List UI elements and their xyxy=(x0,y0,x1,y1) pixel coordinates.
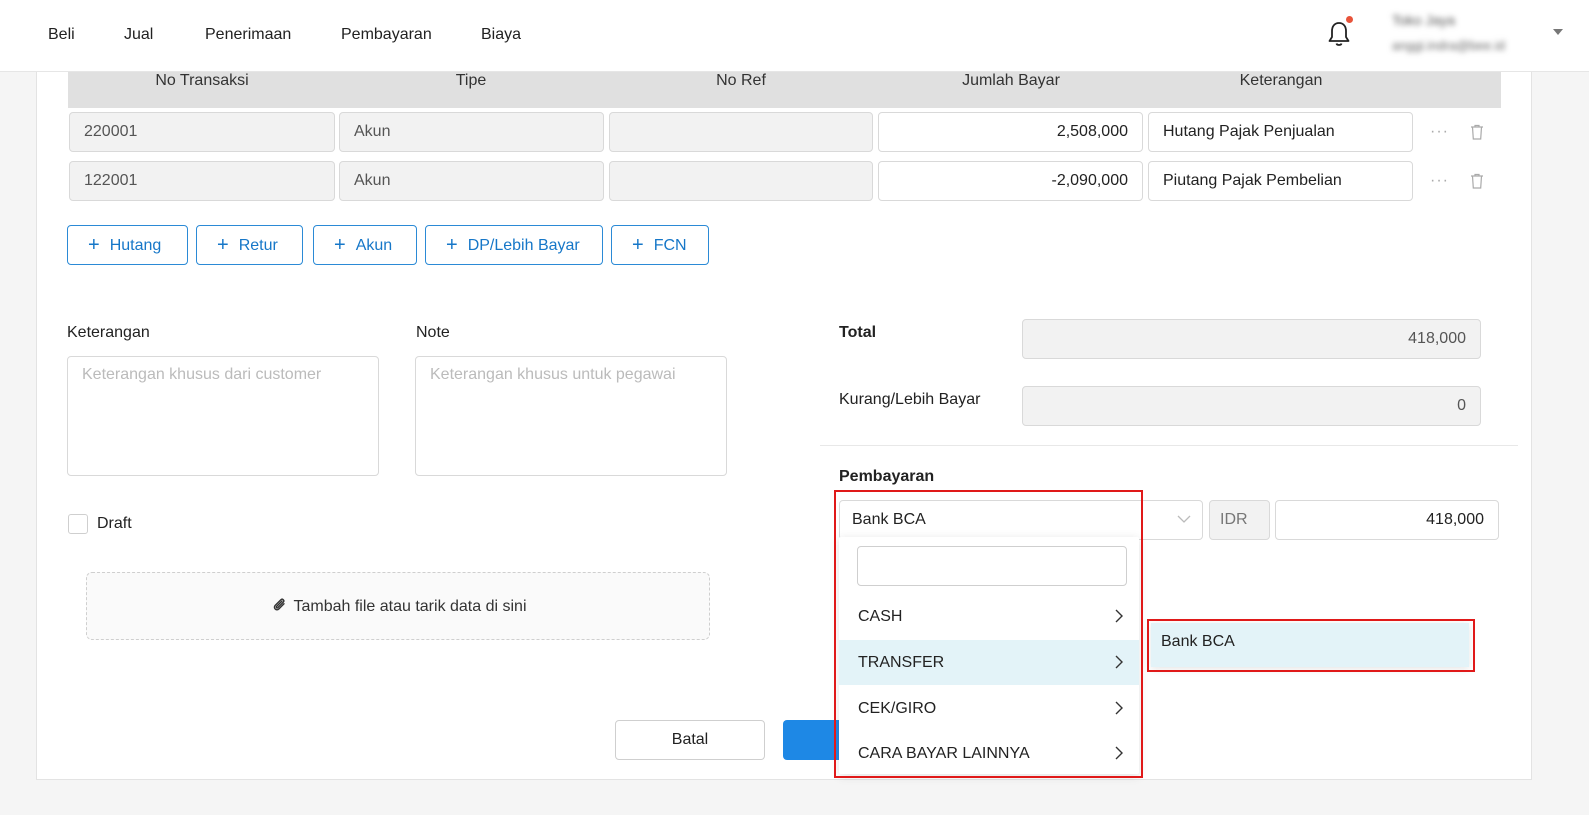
th-jumlah-bayar: Jumlah Bayar xyxy=(962,72,1060,89)
add-hutang-label: Hutang xyxy=(109,237,162,254)
kurang-lebih-value: 0 xyxy=(1022,386,1481,426)
user-name[interactable]: Toko Jaya xyxy=(1392,12,1455,28)
caret-down-icon[interactable] xyxy=(1553,29,1563,35)
add-dp-lebih-bayar-button[interactable]: + DP/Lebih Bayar xyxy=(425,225,603,265)
add-fcn-button[interactable]: + FCN xyxy=(611,225,709,265)
row2-keterangan[interactable]: Piutang Pajak Pembelian xyxy=(1148,161,1413,201)
row2-jumlah-bayar[interactable]: -2,090,000 xyxy=(878,161,1143,201)
row1-keterangan[interactable]: Hutang Pajak Penjualan xyxy=(1148,112,1413,152)
chevron-down-icon[interactable] xyxy=(1177,512,1191,526)
notification-dot xyxy=(1346,16,1353,23)
row1-no-ref[interactable] xyxy=(609,112,873,152)
plus-icon: + xyxy=(88,234,100,256)
payment-amount-input[interactable]: 418,000 xyxy=(1275,500,1499,540)
dropzone-content: Tambah file atau tarik data di sini xyxy=(87,596,711,616)
paperclip-icon xyxy=(274,598,286,611)
nav-jual[interactable]: Jual xyxy=(124,26,153,44)
cancel-button[interactable]: Batal xyxy=(615,720,765,760)
plus-icon: + xyxy=(446,234,458,256)
highlight-box-submenu xyxy=(1147,619,1475,672)
th-no-transaksi: No Transaksi xyxy=(155,72,249,89)
file-dropzone[interactable]: Tambah file atau tarik data di sini xyxy=(86,572,710,640)
currency-field: IDR xyxy=(1209,500,1270,540)
user-email[interactable]: anggi.indra@bee.id xyxy=(1392,38,1505,53)
top-navbar: Beli Jual Penerimaan Pembayaran Biaya To… xyxy=(0,0,1589,72)
add-akun-button[interactable]: + Akun xyxy=(313,225,417,265)
row2-more-icon[interactable]: ··· xyxy=(1430,172,1449,190)
row1-trash-icon[interactable] xyxy=(1470,124,1484,140)
plus-icon: + xyxy=(217,234,229,256)
dropzone-label: Tambah file atau tarik data di sini xyxy=(293,598,527,615)
pembayaran-label: Pembayaran xyxy=(839,468,935,485)
note-label: Note xyxy=(416,324,450,341)
total-value: 418,000 xyxy=(1022,319,1481,359)
row2-tipe[interactable]: Akun xyxy=(339,161,604,201)
add-dp-label: DP/Lebih Bayar xyxy=(467,237,580,254)
nav-beli[interactable]: Beli xyxy=(48,26,75,44)
add-fcn-label: FCN xyxy=(653,237,687,254)
note-textarea[interactable]: Keterangan khusus untuk pegawai xyxy=(415,356,727,476)
keterangan-label: Keterangan xyxy=(67,324,150,341)
divider xyxy=(820,445,1518,446)
kurang-lebih-label: Kurang/Lebih Bayar xyxy=(839,391,981,408)
th-keterangan: Keterangan xyxy=(1239,72,1323,89)
plus-icon: + xyxy=(632,234,644,256)
row1-no-transaksi[interactable]: 220001 xyxy=(69,112,335,152)
add-retur-label: Retur xyxy=(238,237,278,254)
total-label: Total xyxy=(839,324,877,341)
th-no-ref: No Ref xyxy=(716,72,766,89)
bell-icon[interactable] xyxy=(1327,20,1351,48)
draft-label: Draft xyxy=(97,515,132,532)
nav-penerimaan[interactable]: Penerimaan xyxy=(205,26,291,44)
table-header: No Transaksi Tipe No Ref Jumlah Bayar Ke… xyxy=(68,72,1501,108)
highlight-box-dropdown xyxy=(834,490,1143,778)
plus-icon: + xyxy=(334,234,346,256)
nav-biaya[interactable]: Biaya xyxy=(481,26,521,44)
row1-tipe[interactable]: Akun xyxy=(339,112,604,152)
add-hutang-button[interactable]: + Hutang xyxy=(67,225,188,265)
row1-jumlah-bayar[interactable]: 2,508,000 xyxy=(878,112,1143,152)
nav-pembayaran[interactable]: Pembayaran xyxy=(341,26,432,44)
th-tipe: Tipe xyxy=(455,72,487,89)
draft-checkbox[interactable] xyxy=(68,514,88,534)
row2-no-transaksi[interactable]: 122001 xyxy=(69,161,335,201)
add-retur-button[interactable]: + Retur xyxy=(196,225,303,265)
row1-more-icon[interactable]: ··· xyxy=(1430,123,1449,141)
add-akun-label: Akun xyxy=(355,237,393,254)
row2-trash-icon[interactable] xyxy=(1470,173,1484,189)
keterangan-textarea[interactable]: Keterangan khusus dari customer xyxy=(67,356,379,476)
row2-no-ref[interactable] xyxy=(609,161,873,201)
